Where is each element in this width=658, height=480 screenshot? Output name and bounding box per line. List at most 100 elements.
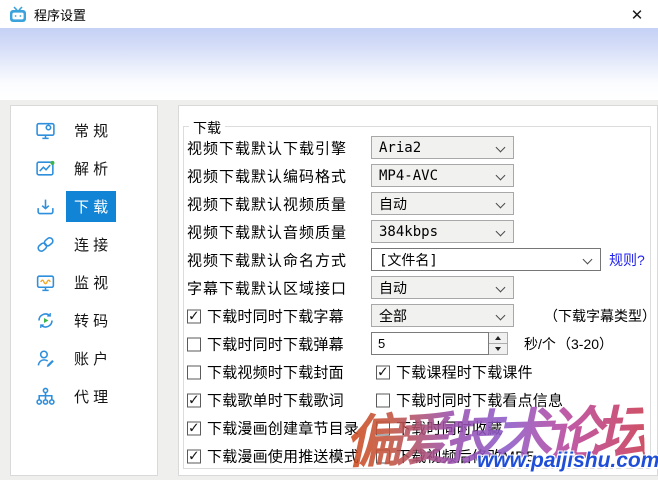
checkbox-manga-push-mode[interactable]: 下载漫画使用推送模式 xyxy=(187,446,359,467)
checkbox-label: 下载时同时下载弹幕 xyxy=(207,334,344,355)
header-gradient-banner xyxy=(0,28,658,100)
sidebar-item-label: 解 析 xyxy=(66,153,116,184)
field-label: 视频下载默认视频质量 xyxy=(187,194,347,215)
naming-rules-link[interactable]: 规则? xyxy=(609,250,645,270)
sidebar-item-account[interactable]: 账 户 xyxy=(11,339,157,377)
subtitle-type-note: （下载字幕类型） xyxy=(544,306,656,326)
checkbox-label: 下载课程时下载课件 xyxy=(396,362,533,383)
chevron-down-icon xyxy=(496,199,506,209)
checkbox-download-lyrics[interactable]: 下载歌单时下载歌词 xyxy=(187,390,344,411)
row-checkbox-pair-2: 下载歌单时下载歌词 下载时同时下载看点信息 xyxy=(179,388,657,412)
user-pen-icon xyxy=(35,348,56,369)
checkbox-box xyxy=(187,421,201,435)
spinner-up-button[interactable] xyxy=(489,332,508,344)
row-checkbox-pair-4: 下载漫画使用推送模式 下载视频后修改MD5 xyxy=(179,444,657,468)
select-value: Aria2 xyxy=(379,140,421,156)
danmaku-interval-input[interactable]: 5 xyxy=(371,332,489,355)
checkbox-box xyxy=(187,309,201,323)
link-chain-icon xyxy=(35,234,56,255)
checkbox-box xyxy=(187,337,201,351)
chevron-down-icon xyxy=(496,311,506,321)
sidebar-item-label: 账 户 xyxy=(66,343,116,374)
sidebar-item-proxy[interactable]: 代 理 xyxy=(11,377,157,415)
app-logo-icon xyxy=(9,6,27,23)
chevron-down-icon xyxy=(496,283,506,293)
checkbox-label: 下载时同时收藏 xyxy=(396,418,502,439)
checkbox-favorite-while-download[interactable]: 下载时同时收藏 xyxy=(376,418,502,439)
field-label: 字幕下载默认区域接口 xyxy=(187,278,347,299)
title-bar: 程序设置 ✕ xyxy=(0,0,658,28)
select-value: 自动 xyxy=(379,278,407,298)
window-title: 程序设置 xyxy=(34,5,86,24)
checkbox-label: 下载时同时下载字幕 xyxy=(207,306,344,327)
download-settings-panel: 下载 视频下载默认下载引擎 Aria2 视频下载默认编码格式 MP4-AVC 视… xyxy=(178,105,658,476)
checkbox-download-subtitles[interactable]: 下载时同时下载字幕 xyxy=(187,306,344,327)
encoding-select[interactable]: MP4-AVC xyxy=(371,164,514,187)
subtitle-type-select[interactable]: 全部 xyxy=(371,304,514,327)
triangle-up-icon xyxy=(495,336,501,340)
sidebar-item-download[interactable]: 下 载 xyxy=(11,187,157,225)
audio-quality-select[interactable]: 384kbps xyxy=(371,220,514,243)
select-value: 全部 xyxy=(379,306,407,326)
checkbox-modify-md5[interactable]: 下载视频后修改MD5 xyxy=(376,446,535,467)
field-label: 视频下载默认编码格式 xyxy=(187,166,347,187)
checkbox-label: 下载视频时下载封面 xyxy=(207,362,344,383)
row-download-danmaku: 下载时同时下载弹幕 5 秒/个 （3-20） xyxy=(179,332,657,356)
checkbox-box xyxy=(187,393,201,407)
chevron-down-icon xyxy=(583,255,593,265)
monitor-gear-icon xyxy=(35,120,56,141)
checkbox-manga-chapter-dirs[interactable]: 下载漫画创建章节目录 xyxy=(187,418,359,439)
settings-window: { "window": { "title": "程序设置", "close_gl… xyxy=(0,0,658,480)
select-value: 384kbps xyxy=(379,224,438,240)
triangle-down-icon xyxy=(495,347,501,351)
transcode-cycle-icon xyxy=(35,310,56,331)
sidebar-item-parse[interactable]: 解 析 xyxy=(11,149,157,187)
sidebar-item-label: 监 视 xyxy=(66,267,116,298)
sidebar-item-general[interactable]: 常 规 xyxy=(11,111,157,149)
checkbox-label: 下载漫画使用推送模式 xyxy=(207,446,359,467)
sidebar-item-label: 转 码 xyxy=(66,305,116,336)
checkbox-box xyxy=(187,449,201,463)
checkbox-box xyxy=(376,393,390,407)
sidebar-item-label: 代 理 xyxy=(66,381,116,412)
row-audio-quality: 视频下载默认音频质量 384kbps xyxy=(179,220,657,244)
checkbox-label: 下载时同时下载看点信息 xyxy=(396,390,563,411)
workspace: 常 规 解 析 下 载 xyxy=(0,100,658,480)
sidebar-item-label: 连 接 xyxy=(66,229,116,260)
settings-sidebar: 常 规 解 析 下 载 xyxy=(10,105,158,476)
row-video-quality: 视频下载默认视频质量 自动 xyxy=(179,192,657,216)
checkbox-label: 下载视频后修改MD5 xyxy=(396,446,535,467)
sidebar-item-monitor[interactable]: 监 视 xyxy=(11,263,157,301)
groupbox-title: 下载 xyxy=(189,118,225,138)
chart-parse-icon xyxy=(35,158,56,179)
checkbox-box xyxy=(187,365,201,379)
checkbox-download-highlights[interactable]: 下载时同时下载看点信息 xyxy=(376,390,563,411)
row-subtitle-region: 字幕下载默认区域接口 自动 xyxy=(179,276,657,300)
subtitle-region-select[interactable]: 自动 xyxy=(371,276,514,299)
close-icon[interactable]: ✕ xyxy=(625,4,649,26)
checkbox-box xyxy=(376,421,390,435)
field-label: 视频下载默认命名方式 xyxy=(187,250,347,271)
checkbox-label: 下载漫画创建章节目录 xyxy=(207,418,359,439)
select-value: [文件名] xyxy=(379,250,438,270)
naming-pattern-combobox[interactable]: [文件名] xyxy=(371,248,601,271)
sidebar-item-connection[interactable]: 连 接 xyxy=(11,225,157,263)
video-quality-select[interactable]: 自动 xyxy=(371,192,514,215)
checkbox-download-courseware[interactable]: 下载课程时下载课件 xyxy=(376,362,533,383)
engine-select[interactable]: Aria2 xyxy=(371,136,514,159)
select-value: 自动 xyxy=(379,194,407,214)
checkbox-download-cover[interactable]: 下载视频时下载封面 xyxy=(187,362,344,383)
row-checkbox-pair-3: 下载漫画创建章节目录 下载时同时收藏 xyxy=(179,416,657,440)
spinner-down-button[interactable] xyxy=(489,344,508,355)
row-download-engine: 视频下载默认下载引擎 Aria2 xyxy=(179,136,657,160)
select-value: MP4-AVC xyxy=(379,168,438,184)
danmaku-range-note: （3-20） xyxy=(557,334,613,354)
field-label: 视频下载默认下载引擎 xyxy=(187,138,347,159)
row-naming-pattern: 视频下载默认命名方式 [文件名] 规则? xyxy=(179,248,657,272)
sidebar-item-transcode[interactable]: 转 码 xyxy=(11,301,157,339)
danmaku-unit-note: 秒/个 xyxy=(524,334,556,354)
checkbox-download-danmaku[interactable]: 下载时同时下载弹幕 xyxy=(187,334,344,355)
checkbox-label: 下载歌单时下载歌词 xyxy=(207,390,344,411)
chevron-down-icon xyxy=(496,171,506,181)
download-tray-icon xyxy=(35,196,56,217)
